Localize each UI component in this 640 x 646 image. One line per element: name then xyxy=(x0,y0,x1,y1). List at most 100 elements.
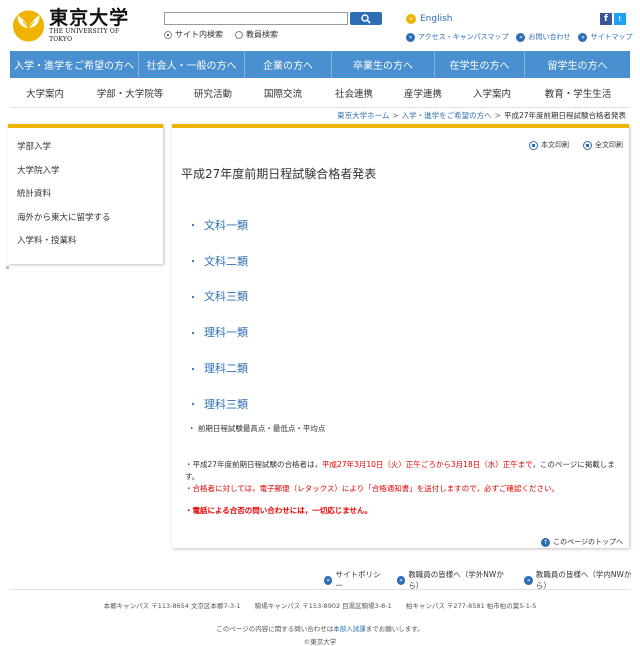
category-item[interactable]: ・文科二類 xyxy=(188,243,248,279)
sidebar-item-statistics[interactable]: 統計資料 xyxy=(17,187,163,211)
sitemap-label: サイトマップ xyxy=(590,33,633,41)
address-hongo: 本郷キャンパス 〒113-8654 文京区本郷7-3-1 xyxy=(103,602,241,610)
category-item[interactable]: ・理科二類 xyxy=(188,350,248,386)
bullet-icon: ・ xyxy=(188,400,198,412)
bullet-icon: ・ xyxy=(188,257,198,269)
print-all-label: 全文印刷 xyxy=(595,141,623,149)
notice-announcement: ・平成27年度前期日程試験の合格者は，平成27年3月10日（火）正午ごろから3月… xyxy=(185,459,625,483)
nav-social[interactable]: 社会連携 xyxy=(320,78,388,107)
contact-text: このページの内容に関する問い合わせは xyxy=(216,625,334,633)
category-link-bunka2[interactable]: 文科二類 xyxy=(204,253,248,269)
facebook-icon[interactable]: f xyxy=(600,13,612,25)
print-icon xyxy=(583,140,592,150)
breadcrumb-parent[interactable]: 入学・進学をご希望の方へ xyxy=(402,111,492,120)
footer-divider xyxy=(10,589,630,590)
nav-international-students[interactable]: 留学生の方へ xyxy=(525,51,630,78)
bullet-icon: ・ xyxy=(188,221,198,233)
category-item[interactable]: ・理科一類 xyxy=(188,314,248,350)
nav-education[interactable]: 教育・学生生活 xyxy=(526,78,630,107)
nav-about[interactable]: 大学案内 xyxy=(10,78,80,107)
address-kashiwa: 柏キャンパス 〒277-8581 柏市柏の葉5-1-5 xyxy=(405,602,537,610)
search-button[interactable] xyxy=(350,12,382,25)
breadcrumb-separator: > xyxy=(494,111,501,120)
category-link-rika3[interactable]: 理科三類 xyxy=(204,396,248,412)
radio-unselected-icon xyxy=(235,30,243,39)
category-item[interactable]: ・理科三類 xyxy=(188,386,248,422)
notice-letter: ・合格者に対しては，電子郵便（レタックス）により「合格通知書」を送付しますので，… xyxy=(185,484,559,493)
nav-general-public[interactable]: 社会人・一般の方へ xyxy=(139,51,245,78)
logo-jp-text: 東京大学 xyxy=(49,7,130,29)
address-komaba: 駒場キャンパス 〒153-8902 目黒区駒場3-8-1 xyxy=(254,602,392,610)
nav-admissions[interactable]: 入学案内 xyxy=(458,78,526,107)
bullet-icon: ・ xyxy=(188,292,198,304)
main-content: 本文印刷 全文印刷 平成27年度前期日程試験合格者発表 ・文科一類 ・文科二類 … xyxy=(172,124,629,548)
nav-companies[interactable]: 企業の方へ xyxy=(245,51,332,78)
category-link-rika1[interactable]: 理科一類 xyxy=(204,324,248,340)
category-list: ・文科一類 ・文科二類 ・文科三類 ・理科一類 ・理科二類 ・理科三類 xyxy=(188,207,248,422)
logo-en-text: THE UNIVERSITY OF TOKYO xyxy=(49,28,120,43)
site-policy-label: サイトポリシー xyxy=(335,570,381,590)
copyright: ©東京大学 xyxy=(303,638,337,646)
notice-block: ・平成27年度前期日程試験の合格者は，平成27年3月10日（火）正午ごろから3月… xyxy=(185,459,625,517)
sidebar-item-undergraduate[interactable]: 学部入学 xyxy=(17,140,163,164)
campus-addresses: 本郷キャンパス 〒113-8654 文京区本郷7-3-1 駒場キャンパス 〒15… xyxy=(0,600,640,610)
contact-link[interactable]: » お問い合わせ xyxy=(516,32,570,42)
sitemap-link[interactable]: » サイトマップ xyxy=(578,32,632,42)
chevron-right-icon: » xyxy=(324,575,333,585)
nav-prospective-students[interactable]: 入学・進学をご希望の方へ xyxy=(10,51,139,78)
notice-phone-warning: ・電話による合否の問い合わせには，一切応じません。 xyxy=(185,506,373,515)
print-body-label: 本文印刷 xyxy=(541,141,569,149)
footer-contact: このページの内容に関する問い合わせは本部入試課までお願いします。 xyxy=(0,623,640,633)
radio-staff-label: 教員検索 xyxy=(246,30,278,39)
nav-industry[interactable]: 産学連携 xyxy=(388,78,458,107)
chevron-right-icon: » xyxy=(396,575,406,585)
access-map-link[interactable]: » アクセス・キャンパスマップ xyxy=(406,32,508,42)
radio-site-search[interactable]: サイト内検索 xyxy=(164,29,223,40)
arrow-up-icon: ↑ xyxy=(541,537,551,547)
university-logo[interactable]: 東京大学 THE UNIVERSITY OF TOKYO xyxy=(12,7,142,43)
print-all-button[interactable]: 全文印刷 xyxy=(583,140,623,150)
search-input[interactable] xyxy=(164,12,348,25)
bullet-icon: ・ xyxy=(188,364,198,376)
nav-research[interactable]: 研究活動 xyxy=(180,78,246,107)
category-item[interactable]: ・文科三類 xyxy=(188,279,248,315)
breadcrumb: 東京大学ホーム > 入学・進学をご希望の方へ > 平成27年度前期日程試験合格者発表 xyxy=(337,110,626,121)
admissions-office-link[interactable]: 本部入試課 xyxy=(333,625,366,633)
category-item[interactable]: ・文科一類 xyxy=(188,207,248,243)
chevron-right-icon: » xyxy=(406,32,415,42)
staff-internal-link[interactable]: » 教職員の皆様へ（学内NWから） xyxy=(524,569,640,591)
radio-staff-search[interactable]: 教員検索 xyxy=(235,29,278,40)
nav-faculties[interactable]: 学部・大学院等 xyxy=(80,78,180,107)
back-to-top-link[interactable]: ↑ このページのトップへ xyxy=(541,537,623,547)
notice-text: ・平成27年度前期日程試験の合格者は， xyxy=(185,460,323,469)
print-icon xyxy=(529,140,538,150)
contact-text: までお願いします。 xyxy=(365,625,424,633)
radio-selected-icon xyxy=(164,30,172,39)
twitter-icon[interactable]: t xyxy=(614,13,626,25)
score-stats-link[interactable]: ・ 前期日程試験最高点・最低点・平均点 xyxy=(188,423,325,434)
english-link[interactable]: » English xyxy=(406,14,453,24)
staff-external-link[interactable]: » 教職員の皆様へ（学外NWから） xyxy=(396,569,513,591)
sidebar-item-graduate[interactable]: 大学院入学 xyxy=(17,164,163,188)
bullet-icon: ・ xyxy=(188,328,198,340)
breadcrumb-current: 平成27年度前期日程試験合格者発表 xyxy=(503,111,626,120)
category-link-bunka1[interactable]: 文科一類 xyxy=(204,217,248,233)
chevron-right-icon: » xyxy=(524,575,533,585)
contact-label: お問い合わせ xyxy=(528,33,571,41)
search-icon xyxy=(361,13,371,24)
category-link-rika2[interactable]: 理科二類 xyxy=(204,360,248,376)
staff-internal-label: 教職員の皆様へ（学内NWから） xyxy=(535,570,632,590)
category-link-bunka3[interactable]: 文科三類 xyxy=(204,288,248,304)
category-nav: 大学案内 学部・大学院等 研究活動 国際交流 社会連携 産学連携 入学案内 教育… xyxy=(10,78,630,108)
print-body-button[interactable]: 本文印刷 xyxy=(529,140,569,150)
ginkgo-logo-icon xyxy=(12,10,45,42)
sidebar-item-fees[interactable]: 入学料・授業料 xyxy=(17,234,163,258)
site-policy-link[interactable]: » サイトポリシー xyxy=(324,569,385,591)
breadcrumb-home[interactable]: 東京大学ホーム xyxy=(337,111,389,120)
nav-alumni[interactable]: 卒業生の方へ xyxy=(332,51,435,78)
nav-current-students[interactable]: 在学生の方へ xyxy=(435,51,525,78)
nav-international[interactable]: 国際交流 xyxy=(246,78,320,107)
notice-period: 平成27年3月10日（火）正午ごろから3月18日（水）正午まで xyxy=(322,460,533,469)
sidebar-item-study-abroad[interactable]: 海外から東大に留学する xyxy=(17,211,163,235)
chevron-right-icon: » xyxy=(578,32,588,42)
